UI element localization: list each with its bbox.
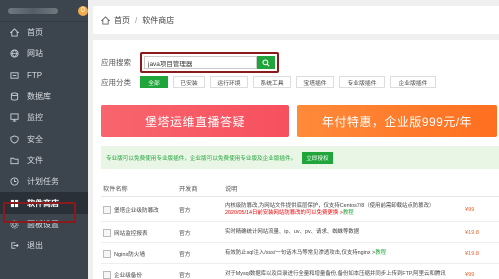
breadcrumb-current: 软件商店 [142, 15, 175, 25]
breadcrumb-separator: / [135, 15, 138, 25]
software-name: 网站监控报表 [114, 230, 148, 237]
search-icon [262, 58, 270, 67]
search-row: 应用搜索 [101, 52, 279, 73]
developer-cell: 官方 [179, 208, 191, 214]
description-line: 内核级防篡改,为网站文件提供底层保护，仅支持Centos7/8（使用前需卸载站点… [225, 202, 435, 209]
sidebar-item-label: 计划任务 [27, 177, 59, 187]
logout-icon [10, 241, 19, 250]
shield-icon [10, 135, 19, 144]
price-cell: ¥99 [465, 206, 475, 213]
column-description: 说明 [225, 186, 238, 193]
sidebar-item-ftp[interactable]: FTP [0, 65, 88, 86]
globe-icon [10, 49, 19, 59]
sidebar-item-label: 退出 [27, 241, 43, 251]
sidebar-item-website[interactable]: 网站 [0, 43, 88, 64]
developer-cell: 官方 [179, 273, 191, 279]
plugin-icon [103, 270, 111, 279]
software-name-cell: 网站监控报表 [101, 228, 179, 237]
license-notice: 专业版可以免费使用专业版插件，企业版可以免费使用专业版及企业版插件。 立即授权 [101, 146, 499, 169]
tutorial-link[interactable]: 教程 [375, 250, 386, 256]
sidebar-item-label: 网站 [27, 49, 43, 59]
server-name-blurred [8, 7, 58, 14]
developer-cell: 官方 [179, 252, 191, 258]
breadcrumb: 首页 / 软件商店 [93, 6, 499, 34]
authorize-button[interactable]: 立即授权 [302, 151, 333, 164]
category-bt-plugins[interactable]: 宝塔插件 [296, 76, 334, 88]
category-pro-plugins[interactable]: 专业版插件 [339, 76, 385, 88]
description-cell: 内核级防篡改,为网站文件提供底层保护，仅支持Centos7/8（使用前需卸载站点… [225, 203, 465, 217]
sidebar-item-label: FTP [27, 70, 43, 80]
sidebar-item-label: 文件 [27, 155, 43, 165]
software-name-cell: 企业级备份 [101, 270, 179, 279]
software-name: 企业级备份 [114, 272, 142, 279]
monitor-icon [10, 113, 19, 122]
table-header: 软件名称 开发商 说明 [101, 181, 499, 197]
software-name: 堡塔企业级防篡改 [114, 207, 159, 214]
clock-icon [10, 177, 19, 186]
home-icon[interactable] [101, 15, 110, 25]
description-note: 2020/05/14日前安装网站防篡改的可以免费更换 > [225, 209, 343, 216]
plugin-icon [103, 228, 111, 237]
main-content: 首页 / 软件商店 应用搜索 应用分类 全部 已安装 运行环境 系统工具 宝塔插… [93, 0, 499, 279]
category-enterprise-plugins[interactable]: 企业版插件 [390, 76, 436, 88]
enterprise-offer-banner[interactable]: 年付特惠，企业版999元/年 [297, 105, 497, 137]
table-row[interactable]: Nginx防火墙 官方 有效防止sql注入/xss/一句话木马等常见渗透攻击,仅… [101, 244, 499, 264]
description-cell: 对于Mysql数据库以及目录进行全量和增量备份,备份如本压缩并同步上传到FTP,… [225, 271, 446, 277]
sidebar-item-security[interactable]: 安全 [0, 128, 88, 149]
sidebar-header: 0 [0, 0, 88, 22]
home-icon [10, 28, 19, 37]
folder-icon [10, 156, 19, 165]
store-panel: 应用搜索 应用分类 全部 已安装 运行环境 系统工具 宝塔插件 专业版插件 企业… [93, 40, 499, 279]
live-qa-banner[interactable]: 堡塔运维直播答疑 [101, 105, 289, 137]
category-row: 应用分类 全部 已安装 运行环境 系统工具 宝塔插件 专业版插件 企业版插件 [101, 76, 441, 88]
software-name: Nginx防火墙 [114, 251, 146, 258]
sidebar-item-monitor[interactable]: 监控 [0, 107, 88, 128]
description-line: 有效防止sql注入/xss/一句话木马等常见渗透攻击,仅支持nginx > [225, 250, 376, 256]
sidebar-item-cron[interactable]: 计划任务 [0, 171, 88, 192]
notification-badge[interactable]: 0 [78, 5, 88, 16]
description-cell: 实时精确统计网站流量、ip、uv、pv、请求、蜘蛛等数据 [225, 229, 360, 235]
price-cell: ¥19.8 [465, 250, 479, 257]
sidebar: 0 首页 网站 FTP 数据库 监控 安全 文件 计划任务 软件商店 面板设置 [0, 0, 88, 279]
table-row[interactable]: 堡塔企业级防篡改 官方 内核级防篡改,为网站文件提供底层保护，仅支持Centos… [101, 198, 499, 222]
sidebar-item-label: 首页 [27, 28, 43, 38]
table-row[interactable]: 网站监控报表 官方 实时精确统计网站流量、ip、uv、pv、请求、蜘蛛等数据 ¥… [101, 223, 499, 243]
price-cell: ¥19.8 [465, 229, 479, 236]
sidebar-item-files[interactable]: 文件 [0, 150, 88, 171]
tutorial-link[interactable]: 教程 [343, 210, 354, 216]
table-row[interactable]: 企业级备份 官方 对于Mysql数据库以及目录进行全量和增量备份,备份如本压缩并… [101, 265, 499, 279]
price-cell: ¥99 [465, 271, 475, 278]
promo-banners: 堡塔运维直播答疑 年付特惠，企业版999元/年 [101, 105, 497, 137]
database-icon [10, 92, 19, 101]
sidebar-item-label: 数据库 [27, 92, 51, 102]
search-label: 应用搜索 [101, 58, 131, 67]
plugin-icon [103, 249, 111, 258]
software-name-cell: Nginx防火墙 [101, 249, 179, 258]
sidebar-item-home[interactable]: 首页 [0, 22, 88, 43]
notice-text: 专业版可以免费使用专业版插件，企业版可以免费使用专业版及企业版插件。 [106, 155, 297, 162]
search-button[interactable] [257, 56, 275, 69]
ftp-icon [10, 71, 19, 80]
search-input[interactable] [144, 56, 257, 69]
category-runtime[interactable]: 运行环境 [210, 76, 248, 88]
plugin-icon [103, 205, 111, 214]
sidebar-item-label: 监控 [27, 113, 43, 123]
column-developer: 开发商 [179, 186, 198, 193]
software-name-cell: 堡塔企业级防篡改 [101, 205, 179, 214]
store-highlight-box [3, 202, 76, 223]
search-highlight-box [140, 52, 279, 73]
category-installed[interactable]: 已安装 [173, 76, 205, 88]
column-name: 软件名称 [103, 186, 128, 193]
sidebar-item-database[interactable]: 数据库 [0, 86, 88, 107]
sidebar-item-logout[interactable]: 退出 [0, 235, 88, 256]
sidebar-item-label: 安全 [27, 134, 43, 144]
category-all[interactable]: 全部 [140, 76, 168, 88]
breadcrumb-home[interactable]: 首页 [114, 15, 130, 26]
category-label: 应用分类 [101, 77, 131, 87]
description-cell: 有效防止sql注入/xss/一句话木马等常见渗透攻击,仅支持nginx >教程 [225, 250, 465, 257]
developer-cell: 官方 [179, 231, 191, 237]
category-system-tools[interactable]: 系统工具 [253, 76, 291, 88]
